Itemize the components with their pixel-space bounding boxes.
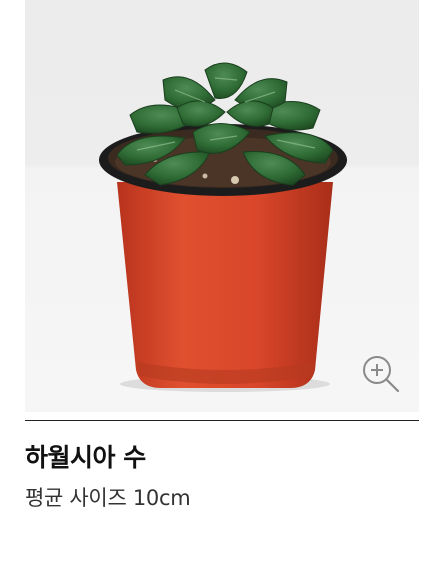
- product-image[interactable]: [25, 0, 419, 412]
- zoom-in-icon[interactable]: [361, 354, 401, 394]
- divider: [25, 420, 419, 421]
- potted-succulent-illustration: [99, 62, 347, 392]
- product-title[interactable]: 하월시아 수: [25, 438, 146, 474]
- product-card[interactable]: 하월시아 수 평균 사이즈 10cm: [0, 0, 430, 575]
- product-size-text: 평균 사이즈 10cm: [25, 486, 191, 510]
